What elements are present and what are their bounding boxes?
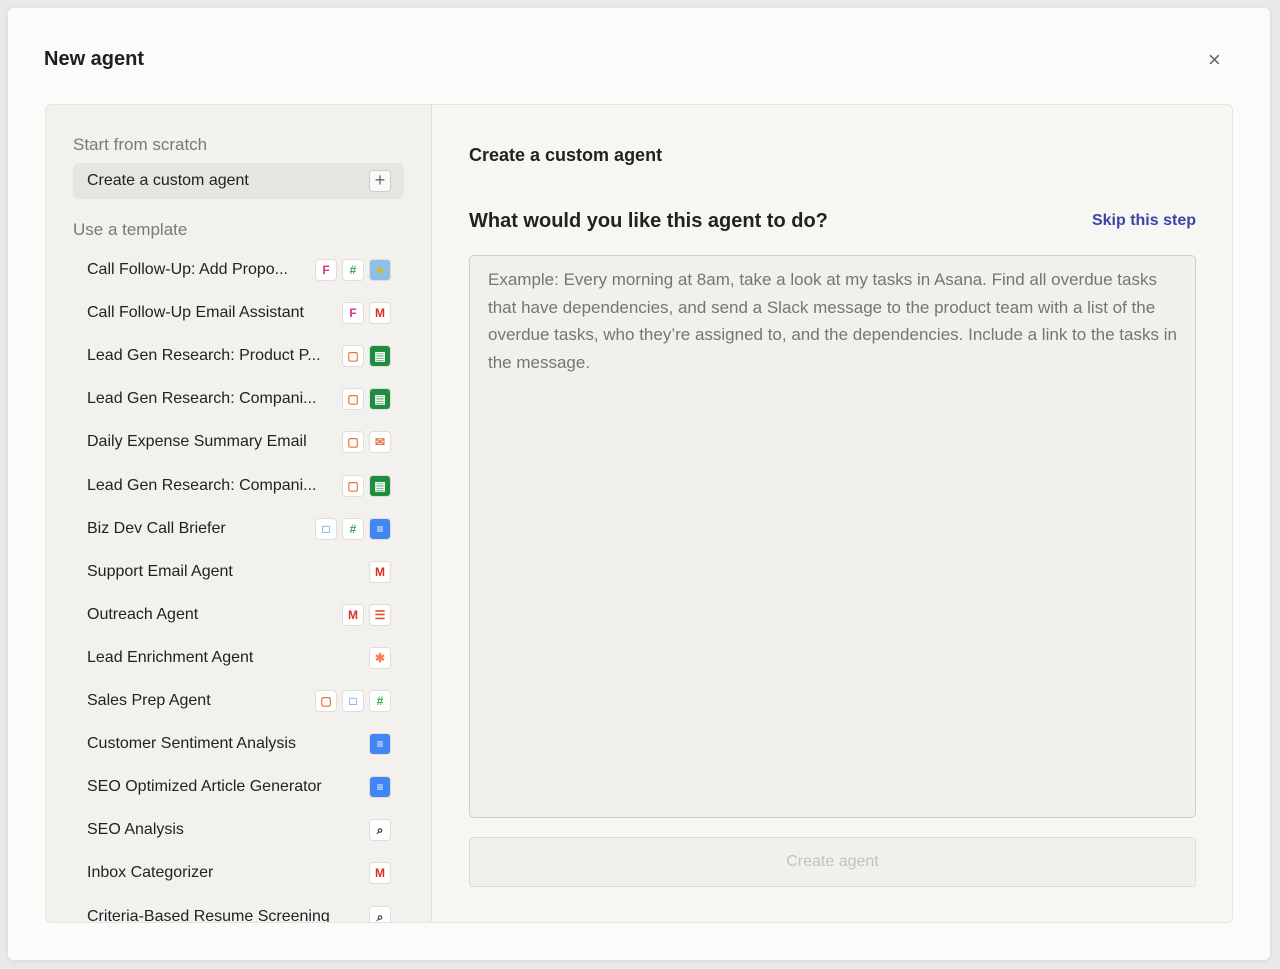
- template-label: SEO Analysis: [87, 821, 184, 838]
- dialog-title: New agent: [44, 48, 144, 71]
- item-label: Create a custom agent: [87, 172, 249, 189]
- skip-step-link[interactable]: Skip this step: [1092, 212, 1196, 230]
- schedule-icon: ▢: [315, 690, 337, 712]
- app-icons: M: [369, 862, 391, 884]
- schedule-icon: ▢: [342, 388, 364, 410]
- schedule-icon: ▢: [342, 475, 364, 497]
- slack-icon: #: [342, 259, 364, 281]
- question-label: What would you like this agent to do?: [469, 210, 828, 233]
- template-label: Criteria-Based Resume Screening: [87, 908, 330, 923]
- template-item[interactable]: Criteria-Based Resume Screening ⌕: [73, 899, 404, 923]
- app-icons: ▢▤: [342, 345, 391, 367]
- app-icons: F#●: [315, 259, 391, 281]
- app-icons: ≡: [369, 776, 391, 798]
- google-meet-icon: □: [342, 690, 364, 712]
- plus-icon[interactable]: +: [369, 170, 391, 192]
- template-label: SEO Optimized Article Generator: [87, 778, 322, 795]
- gmail-icon: M: [369, 302, 391, 324]
- email-icon: ✉: [369, 431, 391, 453]
- template-item[interactable]: SEO Optimized Article Generator ≡: [73, 769, 404, 805]
- template-label: Outreach Agent: [87, 606, 198, 623]
- template-label: Daily Expense Summary Email: [87, 433, 307, 450]
- app-icons: □#≡: [315, 518, 391, 540]
- app-icons: ▢▤: [342, 388, 391, 410]
- slack-icon: #: [342, 518, 364, 540]
- main-area: Create a custom agent What would you lik…: [432, 105, 1232, 922]
- formatter-icon: ☰: [369, 604, 391, 626]
- template-label: Lead Gen Research: Compani...: [87, 390, 316, 407]
- template-label: Lead Enrichment Agent: [87, 649, 253, 666]
- app-icons: ✱: [369, 647, 391, 669]
- template-item[interactable]: Lead Gen Research: Compani... ▢▤: [73, 381, 404, 417]
- keyholder-icon: ●: [369, 259, 391, 281]
- schedule-icon: ▢: [342, 431, 364, 453]
- gmail-icon: M: [369, 561, 391, 583]
- create-custom-agent-item[interactable]: Create a custom agent +: [73, 163, 404, 199]
- template-label: Lead Gen Research: Compani...: [87, 477, 316, 494]
- slack-icon: #: [369, 690, 391, 712]
- section-heading: Create a custom agent: [469, 145, 662, 166]
- content-panel: Start from scratch Create a custom agent…: [45, 104, 1233, 923]
- gmail-icon: M: [369, 862, 391, 884]
- fireflies-icon: F: [342, 302, 364, 324]
- docs-icon: ≡: [369, 733, 391, 755]
- template-item[interactable]: Outreach Agent M☰: [73, 597, 404, 633]
- sheets-icon: ▤: [369, 475, 391, 497]
- template-heading: Use a template: [73, 220, 187, 240]
- template-item[interactable]: Daily Expense Summary Email ▢✉: [73, 424, 404, 460]
- docs-icon: ≡: [369, 518, 391, 540]
- template-item[interactable]: Lead Gen Research: Compani... ▢▤: [73, 468, 404, 504]
- template-item[interactable]: Lead Enrichment Agent ✱: [73, 640, 404, 676]
- agent-description-input[interactable]: [469, 255, 1196, 818]
- template-label: Inbox Categorizer: [87, 864, 213, 881]
- sheets-icon: ▤: [369, 345, 391, 367]
- app-icons: ▢□#: [315, 690, 391, 712]
- app-icons: ▢✉: [342, 431, 391, 453]
- template-item[interactable]: Sales Prep Agent ▢□#: [73, 683, 404, 719]
- app-icons: ⌕: [369, 906, 391, 923]
- app-icons: FM: [342, 302, 391, 324]
- template-label: Sales Prep Agent: [87, 692, 211, 709]
- template-item[interactable]: Biz Dev Call Briefer □#≡: [73, 511, 404, 547]
- fireflies-icon: F: [315, 259, 337, 281]
- template-label: Support Email Agent: [87, 563, 233, 580]
- app-icons: M☰: [342, 604, 391, 626]
- template-item[interactable]: Call Follow-Up Email Assistant FM: [73, 295, 404, 331]
- app-icons: ⌕: [369, 819, 391, 841]
- close-icon[interactable]: ×: [1208, 49, 1221, 71]
- template-label: Biz Dev Call Briefer: [87, 520, 226, 537]
- scratch-heading: Start from scratch: [73, 135, 207, 155]
- create-agent-button[interactable]: Create agent: [469, 837, 1196, 887]
- template-item[interactable]: Call Follow-Up: Add Propo... F#●: [73, 252, 404, 288]
- gmail-icon: M: [342, 604, 364, 626]
- schedule-icon: ▢: [342, 345, 364, 367]
- template-item[interactable]: Support Email Agent M: [73, 554, 404, 590]
- template-label: Call Follow-Up: Add Propo...: [87, 261, 288, 278]
- new-agent-dialog: New agent × Start from scratch Create a …: [8, 8, 1270, 960]
- template-sidebar: Start from scratch Create a custom agent…: [46, 105, 432, 922]
- docs-icon: ≡: [369, 776, 391, 798]
- template-label: Customer Sentiment Analysis: [87, 735, 296, 752]
- template-item[interactable]: Lead Gen Research: Product P... ▢▤: [73, 338, 404, 374]
- app-icons: ≡: [369, 733, 391, 755]
- hubspot-icon: ✱: [369, 647, 391, 669]
- search-icon: ⌕: [369, 906, 391, 923]
- template-item[interactable]: Customer Sentiment Analysis ≡: [73, 726, 404, 762]
- template-item[interactable]: SEO Analysis ⌕: [73, 812, 404, 848]
- template-label: Lead Gen Research: Product P...: [87, 347, 321, 364]
- app-icons: ▢▤: [342, 475, 391, 497]
- search-icon: ⌕: [369, 819, 391, 841]
- template-item[interactable]: Inbox Categorizer M: [73, 855, 404, 891]
- app-icons: M: [369, 561, 391, 583]
- google-meet-icon: □: [315, 518, 337, 540]
- template-label: Call Follow-Up Email Assistant: [87, 304, 304, 321]
- sheets-icon: ▤: [369, 388, 391, 410]
